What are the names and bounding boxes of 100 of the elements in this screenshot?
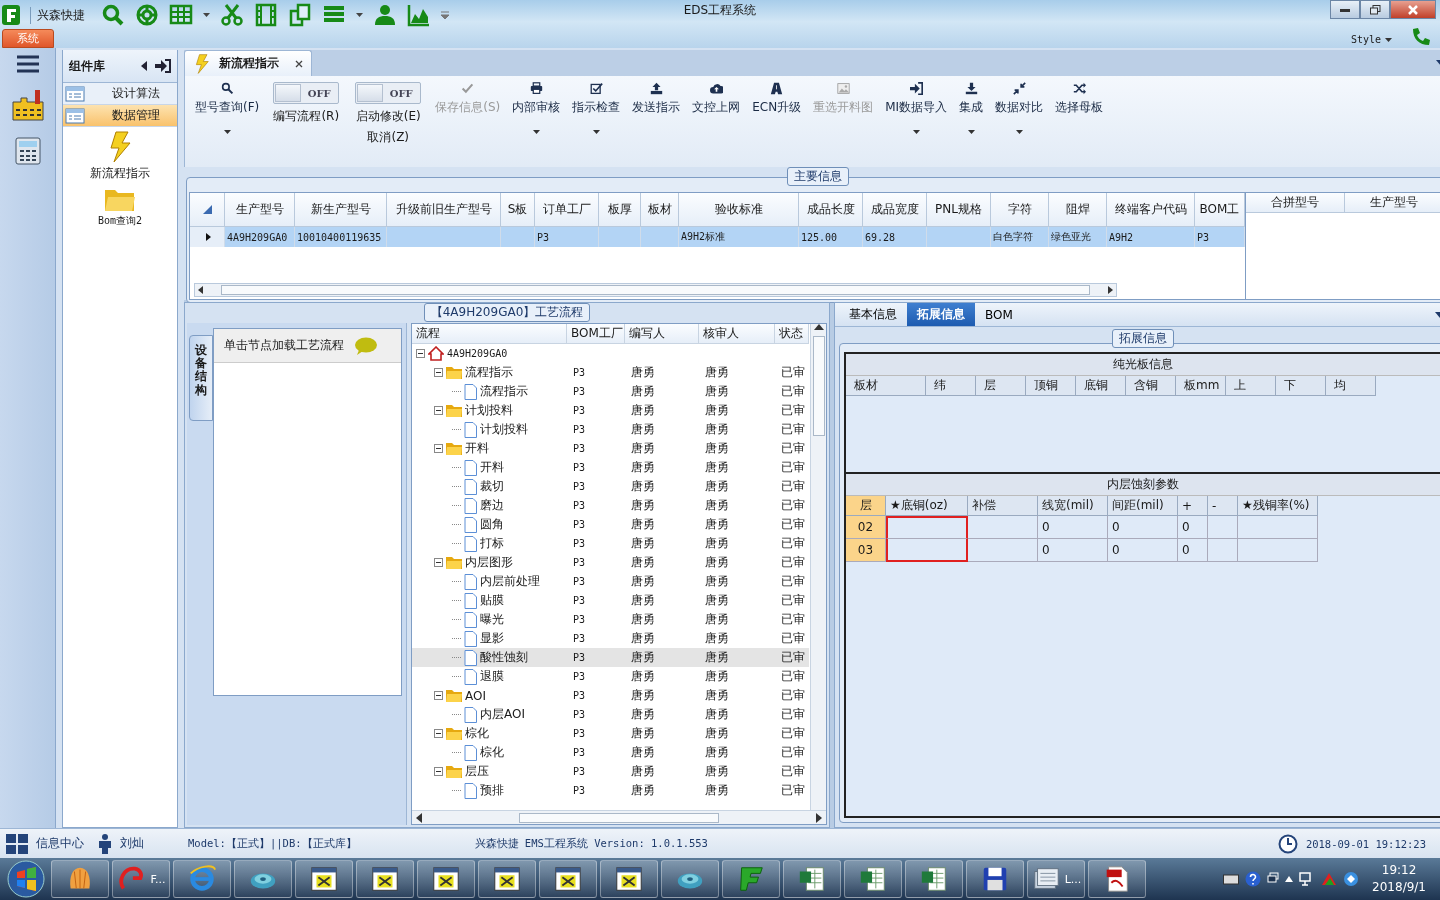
column-header[interactable]: 成品宽度 xyxy=(863,193,927,227)
scrollbar-thumb[interactable] xyxy=(221,285,1090,295)
scroll-up-icon[interactable] xyxy=(813,324,824,330)
scissors-icon[interactable] xyxy=(220,3,244,27)
vertical-scrollbar[interactable] xyxy=(810,324,826,810)
scrollbar-thumb[interactable] xyxy=(812,336,825,436)
column-header[interactable]: + xyxy=(1178,496,1208,516)
tree-row[interactable]: 磨边 P3 唐勇 唐勇 已审 xyxy=(412,496,809,515)
collapse-icon[interactable] xyxy=(434,729,443,738)
taskbar-button[interactable] xyxy=(478,860,536,898)
minimize-button[interactable] xyxy=(1330,0,1360,19)
info-center-link[interactable]: 信息中心 xyxy=(36,835,84,852)
tree-row[interactable]: 流程指示 P3 唐勇 唐勇 已审 xyxy=(412,363,809,382)
column-header[interactable]: BOM工厂 xyxy=(567,324,625,344)
caret-icon[interactable] xyxy=(203,13,210,17)
column-header[interactable]: BOM工 xyxy=(1195,193,1245,227)
column-header[interactable]: 板材 xyxy=(846,376,926,396)
column-header[interactable]: 板材 xyxy=(641,193,679,227)
taskbar-button[interactable] xyxy=(1088,860,1146,898)
calculator-icon[interactable] xyxy=(12,136,43,166)
taskbar-button[interactable] xyxy=(173,860,231,898)
keyboard-icon[interactable] xyxy=(1223,873,1240,885)
close-button[interactable] xyxy=(1390,0,1436,19)
factory-icon[interactable] xyxy=(10,88,45,122)
column-header[interactable]: 纬 xyxy=(926,376,976,396)
sign-in-icon[interactable] xyxy=(155,59,171,73)
tree-row[interactable]: 打标 P3 唐勇 唐勇 已审 xyxy=(412,534,809,553)
column-header[interactable]: 终端客户代码 xyxy=(1107,193,1195,227)
copy-icon[interactable] xyxy=(288,3,312,27)
show-hidden-icon[interactable] xyxy=(1285,876,1294,882)
column-header[interactable]: 编写人 xyxy=(625,324,699,344)
lightning-icon[interactable] xyxy=(107,131,133,163)
toggle-switch[interactable]: OFF xyxy=(273,82,340,104)
column-header[interactable]: ★残铜率(%) xyxy=(1238,496,1318,516)
tree-row[interactable]: 层压 P3 唐勇 唐勇 已审 xyxy=(412,762,809,781)
collapse-icon[interactable] xyxy=(434,691,443,700)
style-menu[interactable]: Style xyxy=(1350,34,1392,45)
taskbar-button[interactable] xyxy=(600,860,658,898)
tree-row[interactable]: 曝光 P3 唐勇 唐勇 已审 xyxy=(412,610,809,629)
tree-row[interactable]: 显影 P3 唐勇 唐勇 已审 xyxy=(412,629,809,648)
collapse-icon[interactable] xyxy=(416,349,425,358)
toolbar-button[interactable]: 数据对比 xyxy=(989,82,1050,134)
sidebar-item[interactable]: 设计算法 xyxy=(63,83,177,105)
column-header[interactable]: 合拼型号 xyxy=(1246,193,1345,213)
column-header[interactable]: 阻焊 xyxy=(1049,193,1107,227)
close-icon[interactable] xyxy=(295,59,303,68)
toolbar-button[interactable]: 集成 xyxy=(953,82,990,134)
start-button[interactable] xyxy=(7,860,45,898)
tree-row[interactable]: 预排 P3 唐勇 唐勇 已审 xyxy=(412,781,809,800)
table-row[interactable]: 4A9H209GA0 10010400119635 P3 A9H2标准 125.00 69.28 白色字符 绿色亚光 A9H2 P3 xyxy=(190,227,1245,247)
column-header[interactable]: 状态 xyxy=(775,324,809,344)
column-header[interactable]: S板 xyxy=(501,193,535,227)
toolbar-button[interactable]: ECN升级 xyxy=(746,82,808,116)
window-switch-icon[interactable] xyxy=(1267,872,1280,886)
taskbar-button[interactable] xyxy=(295,860,353,898)
column-header[interactable]: 底铜 xyxy=(1076,376,1126,396)
tree-row[interactable]: 开料 P3 唐勇 唐勇 已审 xyxy=(412,439,809,458)
scroll-left-icon[interactable] xyxy=(416,812,422,823)
column-header[interactable]: 板mm xyxy=(1176,376,1226,396)
column-header[interactable]: 补偿 xyxy=(968,496,1038,516)
taskbar-button[interactable] xyxy=(966,860,1024,898)
taskbar-button[interactable] xyxy=(539,860,597,898)
column-header[interactable]: 成品长度 xyxy=(799,193,863,227)
toolbar-button[interactable]: MI数据导入 xyxy=(879,82,954,134)
taskbar-button[interactable] xyxy=(234,860,292,898)
tree-row[interactable]: 计划投料 P3 唐勇 唐勇 已审 xyxy=(412,420,809,439)
menu-icon[interactable] xyxy=(15,54,40,74)
customize-icon[interactable] xyxy=(441,11,449,19)
tree-row[interactable]: 4A9H209GA0 xyxy=(412,344,809,363)
collapse-left-icon[interactable] xyxy=(141,61,147,71)
taskbar-button[interactable] xyxy=(905,860,963,898)
restore-button[interactable] xyxy=(1360,0,1390,19)
tree-row[interactable]: 内层前处理 P3 唐勇 唐勇 已审 xyxy=(412,572,809,591)
collapse-icon[interactable] xyxy=(434,767,443,776)
app-tray-icon[interactable] xyxy=(1343,871,1360,887)
taskbar-button[interactable] xyxy=(722,860,780,898)
column-header[interactable]: 流程 xyxy=(412,324,567,344)
scrollbar-thumb[interactable] xyxy=(519,812,719,823)
caret-icon[interactable] xyxy=(356,13,363,17)
user-icon[interactable] xyxy=(373,3,397,27)
column-header[interactable]: 下 xyxy=(1276,376,1326,396)
toolbar-button[interactable]: 指示检查 xyxy=(566,82,627,134)
column-header[interactable]: 新生产型号 xyxy=(295,193,387,227)
taskbar-button[interactable]: F... xyxy=(112,860,170,898)
help-icon[interactable] xyxy=(1245,871,1262,887)
tree-row[interactable]: 贴膜 P3 唐勇 唐勇 已审 xyxy=(412,591,809,610)
taskbar-button[interactable] xyxy=(417,860,475,898)
column-header[interactable]: 间距(mil) xyxy=(1108,496,1178,516)
sidebar-item[interactable]: 数据管理 xyxy=(63,105,177,127)
scroll-right-icon[interactable] xyxy=(816,812,822,823)
collapse-icon[interactable] xyxy=(434,558,443,567)
taskbar-button[interactable] xyxy=(661,860,719,898)
taskbar-button[interactable]: L... xyxy=(1027,860,1085,898)
column-header[interactable]: 层 xyxy=(846,496,886,516)
column-header[interactable]: 顶铜 xyxy=(1026,376,1076,396)
column-header[interactable]: - xyxy=(1208,496,1238,516)
collapse-icon[interactable] xyxy=(434,444,443,453)
toolbar-button[interactable]: 发送指示 xyxy=(626,82,687,116)
area-chart-icon[interactable] xyxy=(407,3,431,27)
document-tab[interactable]: 新流程指示 xyxy=(184,50,312,76)
